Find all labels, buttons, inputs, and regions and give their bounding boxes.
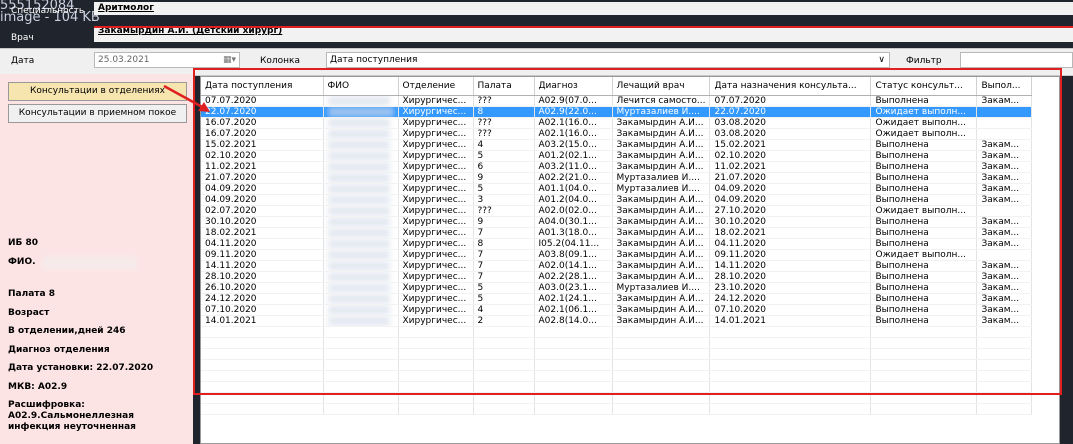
- mkb-code: МКВ: A02.9: [8, 382, 68, 392]
- table-cell: [870, 403, 978, 415]
- patient-ward: Палата 8: [8, 289, 55, 299]
- patient-age: Возраст: [8, 308, 50, 318]
- table-cell: [473, 403, 535, 415]
- decode-line2: инфекция неуточненная: [8, 422, 136, 432]
- patient-fio: ФИО.: [8, 257, 36, 267]
- column-value: Дата поступления: [330, 55, 418, 65]
- table-cell: [323, 403, 399, 415]
- department-diagnosis: Диагноз отделения: [8, 345, 110, 355]
- specialty-label: Специальность: [11, 6, 85, 16]
- specialty-field[interactable]: Аритмолог: [94, 2, 1073, 15]
- table-cell: [976, 403, 1033, 415]
- empty-row: [201, 403, 1033, 415]
- table-cell: [534, 403, 613, 415]
- decode-line1: A02.9.Сальмонеллезная: [8, 411, 134, 421]
- patient-days: В отделении,дней 246: [8, 326, 126, 336]
- highlight-box: [193, 68, 1062, 395]
- date-input[interactable]: 25.03.2021 ▦▾: [94, 52, 240, 68]
- date-value: 25.03.2021: [98, 55, 150, 65]
- doctor-field[interactable]: Закамырдин А.И. (Детский хирург): [94, 26, 1073, 42]
- fio-redacted: [42, 256, 137, 270]
- calendar-icon[interactable]: ▦▾: [223, 53, 236, 67]
- doctor-label: Врач: [11, 33, 34, 43]
- column-label: Колонка: [260, 56, 300, 66]
- specialty-value[interactable]: Аритмолог: [98, 3, 154, 13]
- highlight-arrow-icon: [163, 84, 210, 112]
- date-label: Дата: [11, 56, 35, 66]
- highlight-line: [94, 26, 1073, 28]
- column-select[interactable]: Дата поступления ∨: [326, 52, 890, 68]
- table-cell: [612, 403, 711, 415]
- filter-input[interactable]: [960, 52, 1073, 68]
- table-cell: [201, 403, 324, 415]
- chevron-down-icon[interactable]: ∨: [878, 53, 885, 67]
- table-cell: [398, 403, 474, 415]
- filter-label: Фильтр: [906, 56, 942, 66]
- decode-label: Расшифровка:: [8, 400, 85, 410]
- patient-ib: ИБ 80: [8, 238, 39, 248]
- diagnosis-date: Дата установки: 22.07.2020: [8, 363, 154, 373]
- table-cell: [709, 403, 872, 415]
